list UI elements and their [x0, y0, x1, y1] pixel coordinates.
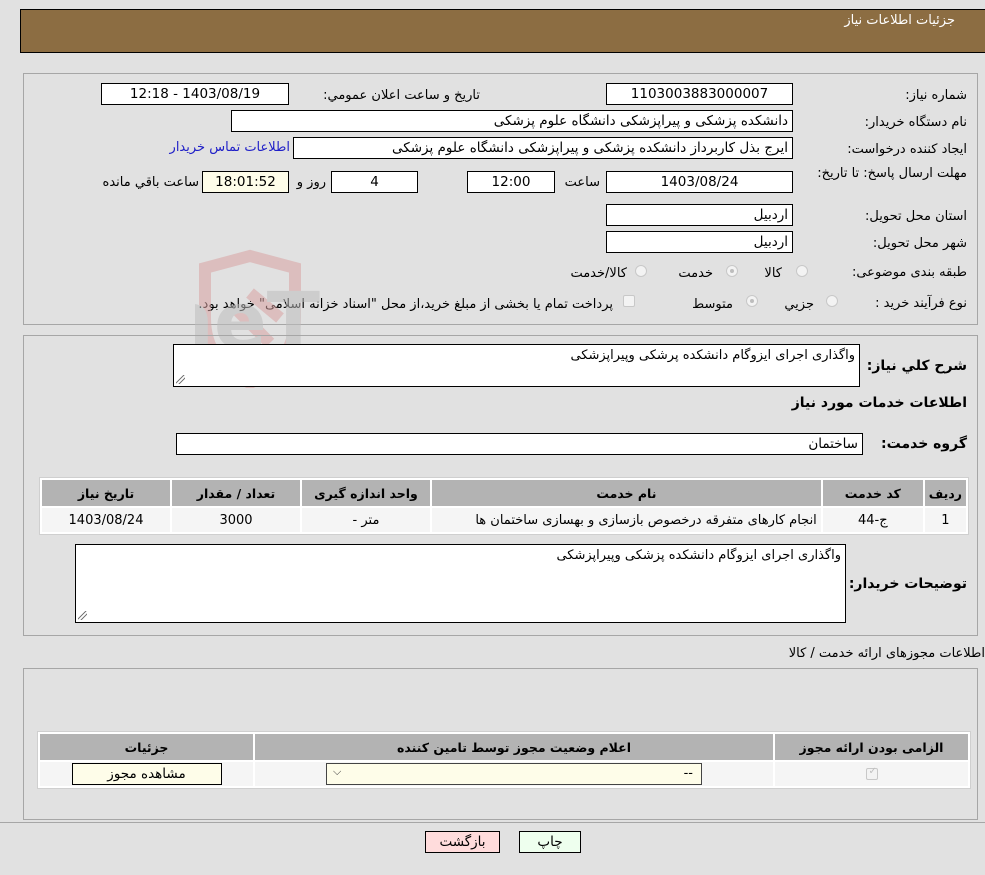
- service-group-label: گروه خدمت:: [881, 436, 967, 452]
- table-row: ✓ -- ⌵ مشاهده مجوز: [40, 762, 968, 786]
- cell-need-date: 1403/08/24: [42, 508, 170, 532]
- process-medium-label: متوسط: [692, 297, 733, 312]
- permit-status-select[interactable]: -- ⌵: [326, 763, 702, 785]
- cell-quantity: 3000: [172, 508, 300, 532]
- permit-status-value: --: [683, 766, 693, 781]
- announce-field: 1403/08/19 - 12:18: [101, 83, 289, 105]
- process-radio-medium[interactable]: [746, 295, 758, 307]
- col-row-number: ردیف: [924, 480, 966, 506]
- general-description-textarea[interactable]: واگذاری اجرای ایزوگام دانشکده پرشکی وپیر…: [173, 344, 860, 387]
- remaining-time-field: 18:01:52: [202, 171, 289, 193]
- cell-service-name: انجام کارهای متفرقه درخصوص بازسازی و بهس…: [432, 508, 821, 532]
- province-label: استان محل تحویل:: [865, 209, 967, 224]
- col-permit-required: الزامی بودن ارائه مجوز: [775, 734, 968, 760]
- view-permit-button[interactable]: مشاهده مجوز: [71, 763, 222, 785]
- table-row: 1 ج-44 انجام کارهای متفرقه درخصوص بازساز…: [42, 508, 966, 532]
- permit-required-checkbox: ✓: [865, 766, 878, 780]
- resize-handle-icon[interactable]: [176, 375, 185, 384]
- creator-field: ایرج بذل کاربرداز دانشکده پزشکی و پیراپز…: [293, 137, 793, 159]
- cell-permit-status: -- ⌵: [255, 762, 773, 786]
- deadline-date-field: 1403/08/24: [606, 171, 793, 193]
- process-radio-small[interactable]: [826, 295, 838, 307]
- category-radio-service[interactable]: [726, 265, 738, 277]
- creator-label: ایجاد کننده درخواست:: [847, 142, 967, 157]
- page-title: جزئیات اطلاعات نیاز: [844, 13, 955, 28]
- col-permit-status: اعلام وضعیت مجوز توسط تامین کننده: [255, 734, 773, 760]
- buyer-org-label: نام دستگاه خریدار:: [864, 115, 967, 130]
- announce-label: تاریخ و ساعت اعلان عمومي:: [323, 88, 480, 103]
- col-quantity: تعداد / مقدار: [172, 480, 300, 506]
- category-service-label: خدمت: [678, 266, 713, 281]
- category-label: طبقه بندی موضوعی:: [851, 265, 967, 280]
- days-remaining-field: 4: [331, 171, 418, 193]
- category-radio-goods-service[interactable]: [635, 265, 647, 277]
- back-button[interactable]: بازگشت: [425, 831, 500, 853]
- need-number-label: شماره نیاز:: [905, 88, 967, 103]
- permits-section-title: اطلاعات مجوزهای ارائه خدمت / کالا: [788, 646, 985, 661]
- city-label: شهر محل تحویل:: [872, 236, 967, 251]
- general-description-text: واگذاری اجرای ایزوگام دانشکده پرشکی وپیر…: [570, 348, 855, 363]
- process-label: نوع فرآیند خرید :: [875, 296, 967, 311]
- deadline-time-field: 12:00: [467, 171, 555, 193]
- days-label: روز و: [296, 175, 326, 190]
- cell-row-number: 1: [924, 508, 966, 532]
- buyer-contact-link[interactable]: اطلاعات تماس خریدار: [170, 140, 290, 155]
- page-header: [20, 9, 985, 53]
- deadline-label: مهلت ارسال پاسخ: تا تاریخ:: [817, 166, 967, 181]
- general-description-label: شرح كلي نياز:: [866, 358, 967, 374]
- city-field: اردبیل: [606, 231, 793, 253]
- col-permit-details: جزئیات: [40, 734, 253, 760]
- permits-table-header: الزامی بودن ارائه مجوز اعلام وضعیت مجوز …: [40, 734, 968, 760]
- col-unit: واحد اندازه گیری: [302, 480, 430, 506]
- province-field: اردبیل: [606, 204, 793, 226]
- buyer-notes-textarea[interactable]: واگذاری اجرای ایزوگام دانشکده پزشکی وپیر…: [75, 544, 846, 623]
- cell-service-code: ج-44: [822, 508, 923, 532]
- services-section-title: اطلاعات خدمات مورد نیاز: [791, 395, 967, 411]
- permits-table: الزامی بودن ارائه مجوز اعلام وضعیت مجوز …: [37, 731, 971, 789]
- col-service-code: کد خدمت: [822, 480, 923, 506]
- services-table: ردیف کد خدمت نام خدمت واحد اندازه گیری ت…: [39, 477, 969, 535]
- cell-permit-details: مشاهده مجوز: [40, 762, 253, 786]
- buyer-notes-text: واگذاری اجرای ایزوگام دانشکده پزشکی وپیر…: [556, 548, 841, 563]
- treasury-note: پرداخت تمام یا بخشی از مبلغ خرید،از محل …: [198, 297, 613, 312]
- service-group-field: ساختمان: [176, 433, 863, 455]
- services-table-header: ردیف کد خدمت نام خدمت واحد اندازه گیری ت…: [42, 480, 966, 506]
- buyer-org-field: دانشکده پزشکی و پیراپزشکی دانشگاه علوم پ…: [231, 110, 793, 132]
- remaining-label: ساعت باقي مانده: [102, 175, 199, 190]
- cell-unit: متر -: [302, 508, 430, 532]
- col-service-name: نام خدمت: [432, 480, 821, 506]
- footer-divider: [0, 822, 985, 823]
- chevron-down-icon: ⌵: [333, 765, 342, 778]
- deadline-time-label: ساعت: [564, 175, 600, 190]
- category-goods-service-label: کالا/خدمت: [570, 266, 627, 281]
- category-radio-goods[interactable]: [796, 265, 808, 277]
- treasury-checkbox[interactable]: [623, 295, 635, 307]
- resize-handle-icon[interactable]: [78, 611, 87, 620]
- process-small-label: جزيي: [784, 297, 814, 312]
- category-goods-label: کالا: [764, 266, 782, 281]
- buyer-notes-label: توضیحات خریدار:: [848, 576, 967, 592]
- cell-permit-required: ✓: [775, 762, 968, 786]
- need-number-field: 1103003883000007: [606, 83, 793, 105]
- checkmark-icon: ✓: [868, 766, 877, 777]
- col-need-date: تاریخ نیاز: [42, 480, 170, 506]
- print-button[interactable]: چاپ: [519, 831, 581, 853]
